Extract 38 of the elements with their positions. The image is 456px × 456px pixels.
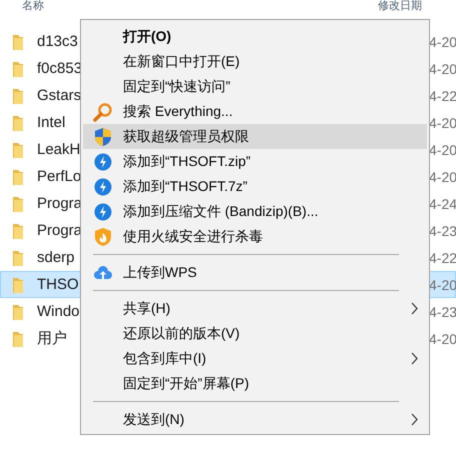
- date-text: 4-20: [429, 276, 455, 292]
- file-name: Gstars: [37, 87, 82, 104]
- menu-item-label: 包含到库中(I): [123, 350, 208, 368]
- file-name: d13c3: [37, 33, 78, 50]
- date-text: 4-20: [429, 142, 455, 158]
- menu-item-label: 还原以前的版本(V): [123, 324, 241, 342]
- file-name: Progra: [37, 222, 82, 239]
- menu-item-label: 搜索 Everything...: [123, 102, 234, 120]
- date-text: 4-20: [429, 168, 455, 184]
- menu-item-label: 上传到WPS: [123, 264, 198, 282]
- file-name: LeakH: [37, 141, 80, 158]
- date-text: 4-22: [429, 88, 455, 104]
- file-name: 用户: [37, 329, 67, 348]
- menu-item-label: 发送到(N): [123, 410, 186, 428]
- date-text: 4-20: [429, 114, 455, 130]
- menu-item-label: 在新窗口中打开(E): [123, 52, 241, 70]
- menu-item-label: 共享(H): [123, 300, 172, 318]
- menu-item-label: 固定到“快速访问”: [123, 78, 232, 96]
- file-name: f0c853: [37, 60, 82, 77]
- date-text: 4-20: [429, 330, 455, 346]
- file-name: PerfLo: [37, 168, 82, 185]
- file-name: sderp: [37, 249, 75, 266]
- menu-item-label: 添加到“THSOFT.zip”: [123, 152, 252, 170]
- menu-item-label: 固定到“开始”屏幕(P): [123, 374, 250, 392]
- menu-item-label: 打开(O): [123, 28, 172, 46]
- file-name: Progra: [37, 195, 82, 212]
- date-text: 4-23: [429, 304, 455, 320]
- date-text: 4-23: [429, 222, 455, 238]
- file-name: Intel: [37, 114, 66, 131]
- date-text: 4-20: [429, 34, 455, 50]
- menu-item-label: 添加到“THSOFT.7z”: [123, 178, 248, 196]
- date-text: 4-20: [429, 60, 455, 76]
- menu-item-label: 获取超级管理员权限: [123, 128, 250, 146]
- menu-item-label: 添加到压缩文件 (Bandizip)(B)...: [123, 202, 320, 220]
- file-name: THSO: [37, 276, 79, 293]
- date-text: 4-22: [429, 250, 455, 266]
- file-name: Windo: [37, 303, 80, 320]
- menu-item-label: 使用火绒安全进行杀毒: [123, 228, 264, 246]
